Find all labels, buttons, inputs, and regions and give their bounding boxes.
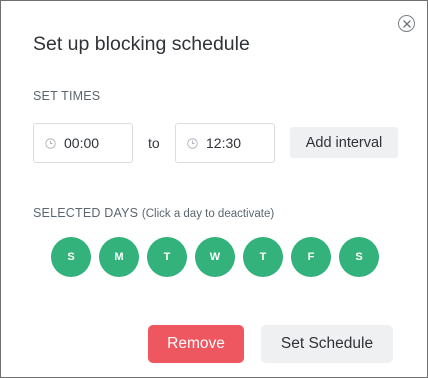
set-schedule-button[interactable]: Set Schedule — [261, 325, 393, 363]
day-toggle-thursday[interactable]: T — [243, 237, 283, 277]
selected-days-title: SELECTED DAYS — [33, 206, 139, 220]
dialog-title: Set up blocking schedule — [33, 33, 250, 55]
clock-icon — [45, 137, 56, 149]
day-toggle-monday[interactable]: M — [99, 237, 139, 277]
end-time-value: 12:30 — [206, 135, 242, 151]
close-icon[interactable] — [398, 15, 415, 32]
schedule-dialog: Set up blocking schedule SET TIMES 00:00… — [0, 0, 428, 378]
start-time-value: 00:00 — [64, 135, 100, 151]
day-toggle-saturday[interactable]: S — [339, 237, 379, 277]
remove-button[interactable]: Remove — [148, 325, 244, 363]
end-time-input[interactable]: 12:30 — [175, 123, 275, 163]
add-interval-button[interactable]: Add interval — [290, 127, 398, 158]
day-toggle-tuesday[interactable]: T — [147, 237, 187, 277]
day-toggle-sunday[interactable]: S — [51, 237, 91, 277]
start-time-input[interactable]: 00:00 — [33, 123, 133, 163]
to-separator: to — [148, 135, 160, 151]
selected-days-hint: (Click a day to deactivate) — [141, 208, 275, 220]
clock-icon — [187, 137, 198, 149]
day-selector: S M T W T F S — [51, 237, 379, 277]
day-toggle-friday[interactable]: F — [291, 237, 331, 277]
selected-days-label: SELECTED DAYS (Click a day to deactivate… — [33, 206, 274, 220]
set-times-label: SET TIMES — [33, 89, 101, 103]
day-toggle-wednesday[interactable]: W — [195, 237, 235, 277]
